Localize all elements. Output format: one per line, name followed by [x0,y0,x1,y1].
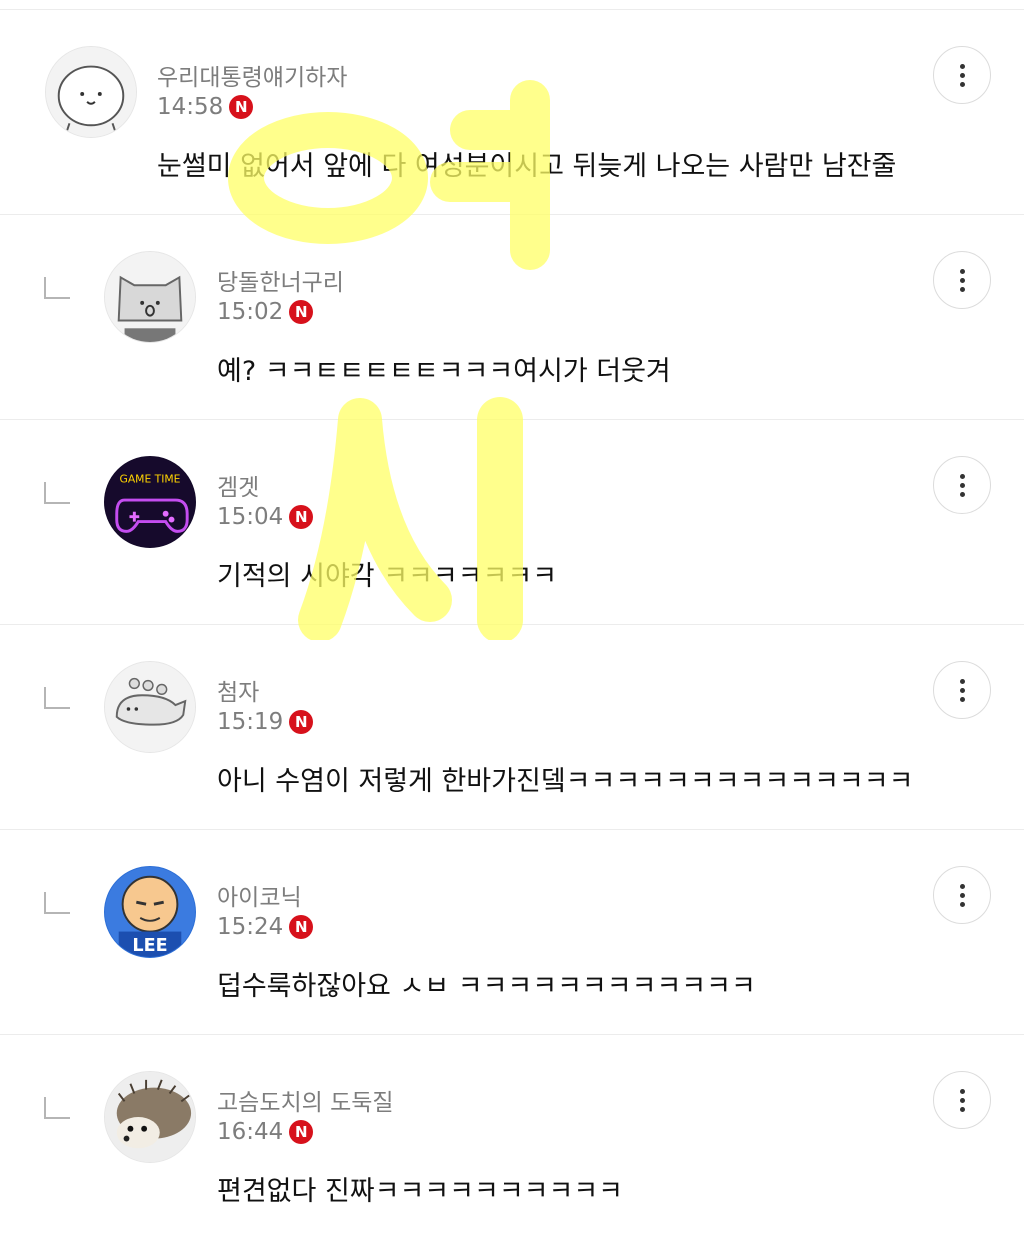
comment-item: 첨자 15:19 N 아니 수염이 저렇게 한바가진뎈ㅋㅋㅋㅋㅋㅋㅋㅋㅋㅋㅋㅋㅋ… [0,625,1024,830]
new-badge: N [289,1120,314,1144]
lee-label: LEE [132,936,167,956]
more-options-button[interactable] [933,661,991,719]
game-controller-avatar-icon: GAME TIME [105,457,195,547]
lee-cartoon-avatar-icon: LEE [105,867,195,957]
comment-text: 눈썰미 없어서 앞에 다 여성분이시고 뒤늦게 나오는 사람만 남잔줄 [157,151,897,182]
more-icon [959,473,965,479]
comment-time: 14:58 [157,94,224,120]
comment-time: 16:44 [217,1119,284,1145]
avatar[interactable] [104,1071,196,1163]
avatar[interactable]: GAME TIME [104,456,196,548]
new-badge: N [229,95,254,119]
comment-text: 예? ㅋㅋㅌㅌㅌㅌㅌㅋㅋㅋ여시가 더웃겨 [217,356,671,387]
avatar[interactable]: LEE [104,866,196,958]
new-badge: N [289,915,314,939]
reply-arrow-icon [44,277,70,299]
reply-arrow-icon [44,687,70,709]
cat-avatar-icon [105,252,195,342]
comment-time: 15:02 [217,299,284,325]
new-badge: N [289,710,314,734]
comment-item: LEE 아이코닉 15:24 N 덥수룩하잖아요 ㅅㅂ ㅋㅋㅋㅋㅋㅋㅋㅋㅋㅋㅋㅋ [0,830,1024,1035]
comment-item: 우리대통령얘기하자 14:58 N 눈썰미 없어서 앞에 다 여성분이시고 뒤늦… [0,10,1024,215]
comment-meta: 15:04 N [217,504,314,530]
comment-time: 15:19 [217,709,284,735]
reply-arrow-icon [44,892,70,914]
more-options-button[interactable] [933,866,991,924]
comment-item: 당돌한너구리 15:02 N 예? ㅋㅋㅌㅌㅌㅌㅌㅋㅋㅋ여시가 더웃겨 [0,215,1024,420]
reply-arrow-icon [44,1097,70,1119]
comment-nickname[interactable]: 고슴도치의 도둑질 [217,1083,394,1117]
comment-text: 편견없다 진짜ㅋㅋㅋㅋㅋㅋㅋㅋㅋㅋ [217,1176,624,1207]
avatar[interactable] [104,661,196,753]
comment-meta: 15:19 N [217,709,314,735]
comment-meta: 15:24 N [217,914,314,940]
comment-nickname[interactable]: 첨자 [217,673,259,707]
reply-arrow-icon [44,482,70,504]
bear-avatar-icon [46,47,136,137]
new-badge: N [289,505,314,529]
avatar[interactable] [104,251,196,343]
comment-meta: 16:44 N [217,1119,314,1145]
more-options-button[interactable] [933,1071,991,1129]
new-badge: N [289,300,314,324]
comment-nickname[interactable]: 당돌한너구리 [217,263,344,297]
comment-item: GAME TIME 겜겟 15:04 N 기적의 시야각 ㅋㅋㅋㅋㅋㅋㅋ [0,420,1024,625]
more-icon [959,678,965,684]
hedgehog-avatar-icon [105,1072,195,1162]
more-icon [959,63,965,69]
more-icon [959,268,965,274]
avatar[interactable] [45,46,137,138]
comment-text: 덥수룩하잖아요 ㅅㅂ ㅋㅋㅋㅋㅋㅋㅋㅋㅋㅋㅋㅋ [217,971,756,1002]
comment-nickname[interactable]: 겜겟 [217,468,259,502]
more-options-button[interactable] [933,46,991,104]
comment-nickname[interactable]: 우리대통령얘기하자 [157,58,347,92]
comment-text: 기적의 시야각 ㅋㅋㅋㅋㅋㅋㅋ [217,561,558,592]
dinosaur-avatar-icon [105,662,195,752]
comment-nickname[interactable]: 아이코닉 [217,878,302,912]
more-options-button[interactable] [933,456,991,514]
comment-meta: 14:58 N [157,94,254,120]
game-time-label: GAME TIME [120,472,181,485]
more-icon [959,1088,965,1094]
comment-meta: 15:02 N [217,299,314,325]
comment-text: 아니 수염이 저렇게 한바가진뎈ㅋㅋㅋㅋㅋㅋㅋㅋㅋㅋㅋㅋㅋㅋ [217,766,914,797]
comment-time: 15:24 [217,914,284,940]
comment-item: 고슴도치의 도둑질 16:44 N 편견없다 진짜ㅋㅋㅋㅋㅋㅋㅋㅋㅋㅋ [0,1035,1024,1240]
comment-time: 15:04 [217,504,284,530]
more-options-button[interactable] [933,251,991,309]
more-icon [959,883,965,889]
